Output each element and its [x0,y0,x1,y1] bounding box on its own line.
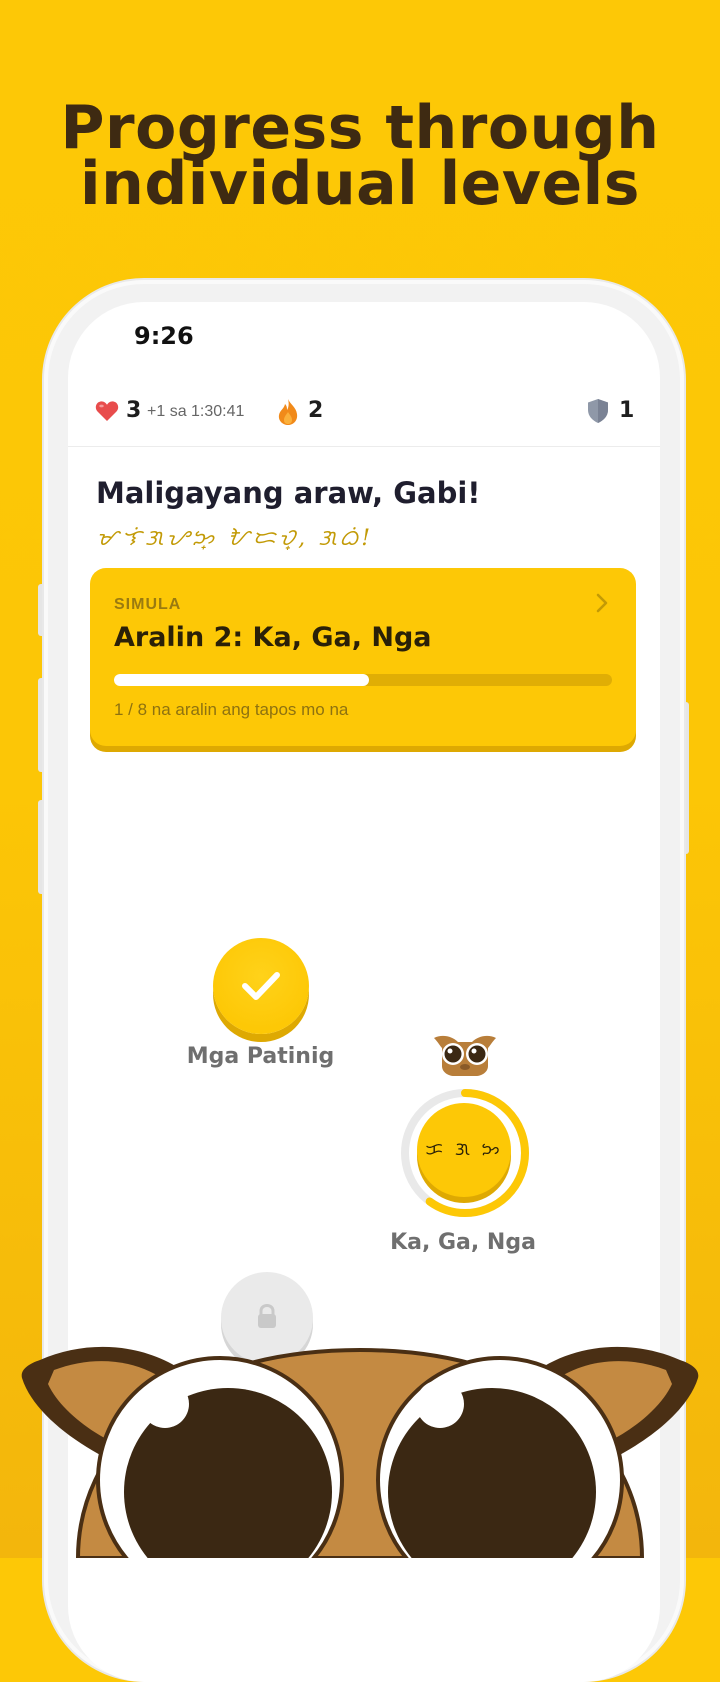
heart-icon[interactable] [95,400,119,427]
lesson-node-current-button[interactable]: ᜃ ᜄ ᜅ [417,1103,511,1197]
heart-refill-timer: +1 sa 1:30:41 [147,403,245,420]
lesson-node-completed[interactable] [213,938,309,1034]
headline-line-1: Progress through [60,93,660,163]
lesson-progress-text: 1 / 8 na aralin ang tapos mo na [114,700,349,719]
lesson-progress-bar [114,674,612,686]
streak-count: 2 [308,398,324,423]
lesson-node-glyph: ᜃ ᜄ ᜅ [425,1139,503,1160]
current-lesson-card[interactable]: SIMULA Aralin 2: Ka, Ga, Nga 1 / 8 na ar… [90,568,636,746]
header-divider [68,446,660,447]
tarsier-mascot-illustration [21,1346,699,1558]
shield-icon[interactable] [587,398,609,429]
greeting-baybayin: ᜋᜎᜒᜄᜌᜅ᜔ ᜀᜇᜏ᜔, ᜄᜊᜒ! [96,526,374,551]
tarsier-mascot-icon [432,1032,498,1081]
lesson-progress-fill [114,674,370,686]
lesson-node-current-label: Ka, Ga, Nga [390,1230,536,1255]
lesson-status-label: SIMULA [114,596,182,613]
promo-headline: Progress through individual levels [0,93,720,219]
lock-icon [258,1304,276,1328]
flame-icon[interactable] [276,398,300,431]
hearts-count: 3 [126,398,142,423]
lesson-node-current[interactable]: ᜃ ᜄ ᜅ [400,1088,530,1218]
stats-bar: 3 +1 sa 1:30:41 2 1 [68,398,660,428]
greeting-title: Maligayang araw, Gabi! [96,476,481,510]
lesson-title: Aralin 2: Ka, Ga, Nga [114,622,432,653]
status-time: 9:26 [134,322,194,350]
headline-line-2: individual levels [80,149,640,219]
check-icon [242,972,280,1000]
lesson-node-completed-label: Mga Patinig [186,1044,335,1069]
shield-count: 1 [619,398,635,423]
chevron-right-icon [595,592,609,619]
